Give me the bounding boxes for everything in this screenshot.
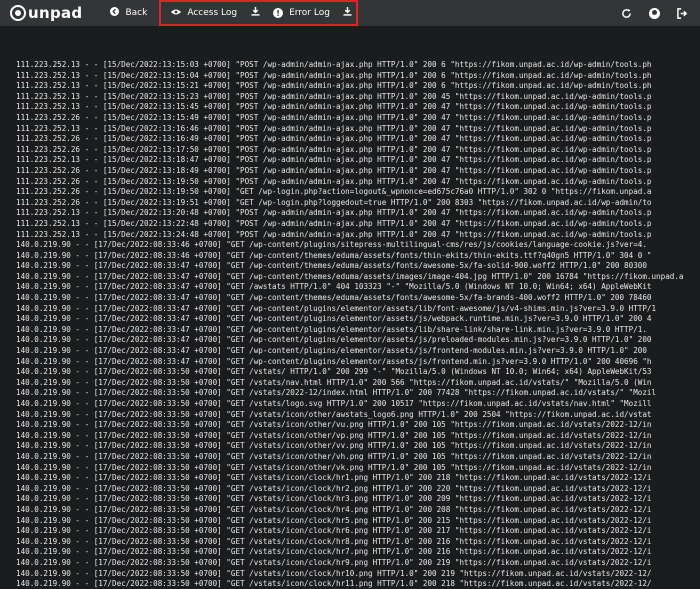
log-line: 111.223.252.26 - - [15/Dec/2022:13:15:49… xyxy=(16,112,652,122)
log-line: 140.0.219.90 - - [17/Dec/2022:08:33:50 +… xyxy=(16,367,652,377)
log-line: 140.0.219.90 - - [17/Dec/2022:08:33:50 +… xyxy=(16,526,652,536)
log-line: 111.223.252.26 - - [15/Dec/2022:13:19:50… xyxy=(16,176,652,186)
log-line: 140.0.219.90 - - [17/Dec/2022:08:33:50 +… xyxy=(16,547,652,557)
log-line: 140.0.219.90 - - [17/Dec/2022:08:33:47 +… xyxy=(16,356,652,366)
log-line: 140.0.219.90 - - [17/Dec/2022:08:33:50 +… xyxy=(16,515,652,525)
log-viewer[interactable]: 111.223.252.13 - - [15/Dec/2022:13:15:03… xyxy=(16,60,700,589)
download-icon xyxy=(343,7,353,19)
log-line: 111.223.252.13 - - [15/Dec/2022:13:15:23… xyxy=(16,91,652,101)
error-log-label: Error Log xyxy=(289,8,330,18)
access-log-download-button[interactable] xyxy=(247,2,263,24)
log-line: 111.223.252.13 - - [15/Dec/2022:13:15:03… xyxy=(16,60,652,69)
log-line: 140.0.219.90 - - [17/Dec/2022:08:33:47 +… xyxy=(16,303,657,313)
log-line: 140.0.219.90 - - [17/Dec/2022:08:33:50 +… xyxy=(16,494,652,504)
log-line: 140.0.219.90 - - [17/Dec/2022:08:33:50 +… xyxy=(16,430,652,440)
log-line: 111.223.252.26 - - [15/Dec/2022:13:18:49… xyxy=(16,165,652,175)
eye-icon xyxy=(171,8,182,19)
back-button[interactable]: Back xyxy=(102,3,155,23)
back-label: Back xyxy=(125,8,148,18)
user-icon[interactable] xyxy=(648,7,660,19)
unpad-logo-mark-icon xyxy=(10,5,26,21)
log-line: 111.223.252.13 - - [15/Dec/2022:13:24:48… xyxy=(16,229,652,239)
log-line: 140.0.219.90 - - [17/Dec/2022:08:33:50 +… xyxy=(16,420,652,430)
log-line: 140.0.219.90 - - [17/Dec/2022:08:33:47 +… xyxy=(16,293,652,303)
header-actions xyxy=(620,7,688,19)
log-line: 111.223.252.13 - - [15/Dec/2022:13:16:46… xyxy=(16,123,652,133)
log-line: 140.0.219.90 - - [17/Dec/2022:08:33:50 +… xyxy=(16,473,652,483)
back-arrow-icon xyxy=(110,7,120,19)
log-line: 111.223.252.13 - - [15/Dec/2022:13:18:47… xyxy=(16,155,652,165)
log-line: 111.223.252.13 - - [15/Dec/2022:13:20:48… xyxy=(16,208,652,218)
access-log-label: Access Log xyxy=(187,8,238,18)
log-line: 111.223.252.13 - - [15/Dec/2022:13:15:21… xyxy=(16,81,652,91)
log-line: 140.0.219.90 - - [17/Dec/2022:08:33:50 +… xyxy=(16,557,652,567)
unpad-logo[interactable]: unpad xyxy=(10,4,82,22)
log-line: 111.223.252.26 - - [15/Dec/2022:13:16:49… xyxy=(16,134,652,144)
log-line: 140.0.219.90 - - [17/Dec/2022:08:33:47 +… xyxy=(16,282,652,292)
log-line: 140.0.219.90 - - [17/Dec/2022:08:33:50 +… xyxy=(16,399,652,408)
top-nav-bar: unpad Back Access Log ! Error Log xyxy=(0,0,700,26)
log-line: 140.0.219.90 - - [17/Dec/2022:08:33:47 +… xyxy=(16,271,684,281)
log-line: 140.0.219.90 - - [17/Dec/2022:08:33:50 +… xyxy=(16,568,652,578)
logout-icon[interactable] xyxy=(676,7,688,19)
log-line: 111.223.252.13 - - [15/Dec/2022:13:22:48… xyxy=(16,218,652,228)
log-line: 111.223.252.26 - - [15/Dec/2022:13:19:50… xyxy=(16,187,652,197)
log-line: 111.223.252.26 - - [15/Dec/2022:13:17:50… xyxy=(16,144,652,154)
log-line: 140.0.219.90 - - [17/Dec/2022:08:33:50 +… xyxy=(16,579,652,589)
refresh-icon[interactable] xyxy=(620,7,632,19)
error-log-tab[interactable]: ! Error Log xyxy=(263,3,340,23)
log-line: 140.0.219.90 - - [17/Dec/2022:08:33:47 +… xyxy=(16,346,647,356)
log-line: 140.0.219.90 - - [17/Dec/2022:08:33:47 +… xyxy=(16,324,647,334)
log-line: 111.223.252.26 - - [15/Dec/2022:13:19:51… xyxy=(16,197,652,207)
access-log-tab[interactable]: Access Log xyxy=(161,3,247,23)
log-line: 140.0.219.90 - - [17/Dec/2022:08:33:50 +… xyxy=(16,462,652,472)
log-line: 140.0.219.90 - - [17/Dec/2022:08:33:47 +… xyxy=(16,335,652,345)
log-line: 140.0.219.90 - - [17/Dec/2022:08:33:47 +… xyxy=(16,314,652,324)
info-icon: ! xyxy=(273,8,284,18)
logo-text: unpad xyxy=(28,4,83,22)
log-line: 140.0.219.90 - - [17/Dec/2022:08:33:47 +… xyxy=(16,261,647,271)
error-log-download-button[interactable] xyxy=(340,2,356,24)
log-selector-group: Access Log ! Error Log xyxy=(159,0,358,26)
avatar xyxy=(648,7,660,19)
log-line: 140.0.219.90 - - [17/Dec/2022:08:33:50 +… xyxy=(16,409,652,419)
log-line: 140.0.219.90 - - [17/Dec/2022:08:33:50 +… xyxy=(16,536,652,546)
log-line: 111.223.252.13 - - [15/Dec/2022:13:15:45… xyxy=(16,102,652,112)
download-icon xyxy=(251,7,260,19)
log-line: 140.0.219.90 - - [17/Dec/2022:08:33:50 +… xyxy=(16,441,652,451)
log-line: 140.0.219.90 - - [17/Dec/2022:08:33:50 +… xyxy=(16,451,652,461)
log-line: 140.0.219.90 - - [17/Dec/2022:08:33:50 +… xyxy=(16,377,652,387)
log-line: 140.0.219.90 - - [17/Dec/2022:08:33:50 +… xyxy=(16,388,657,398)
log-line: 140.0.219.90 - - [17/Dec/2022:08:33:46 +… xyxy=(16,240,647,250)
log-line: 111.223.252.13 - - [15/Dec/2022:13:15:04… xyxy=(16,70,652,80)
log-line: 140.0.219.90 - - [17/Dec/2022:08:33:50 +… xyxy=(16,504,652,514)
log-line: 140.0.219.90 - - [17/Dec/2022:08:33:50 +… xyxy=(16,483,652,493)
log-line: 140.0.219.90 - - [17/Dec/2022:08:33:46 +… xyxy=(16,250,652,260)
